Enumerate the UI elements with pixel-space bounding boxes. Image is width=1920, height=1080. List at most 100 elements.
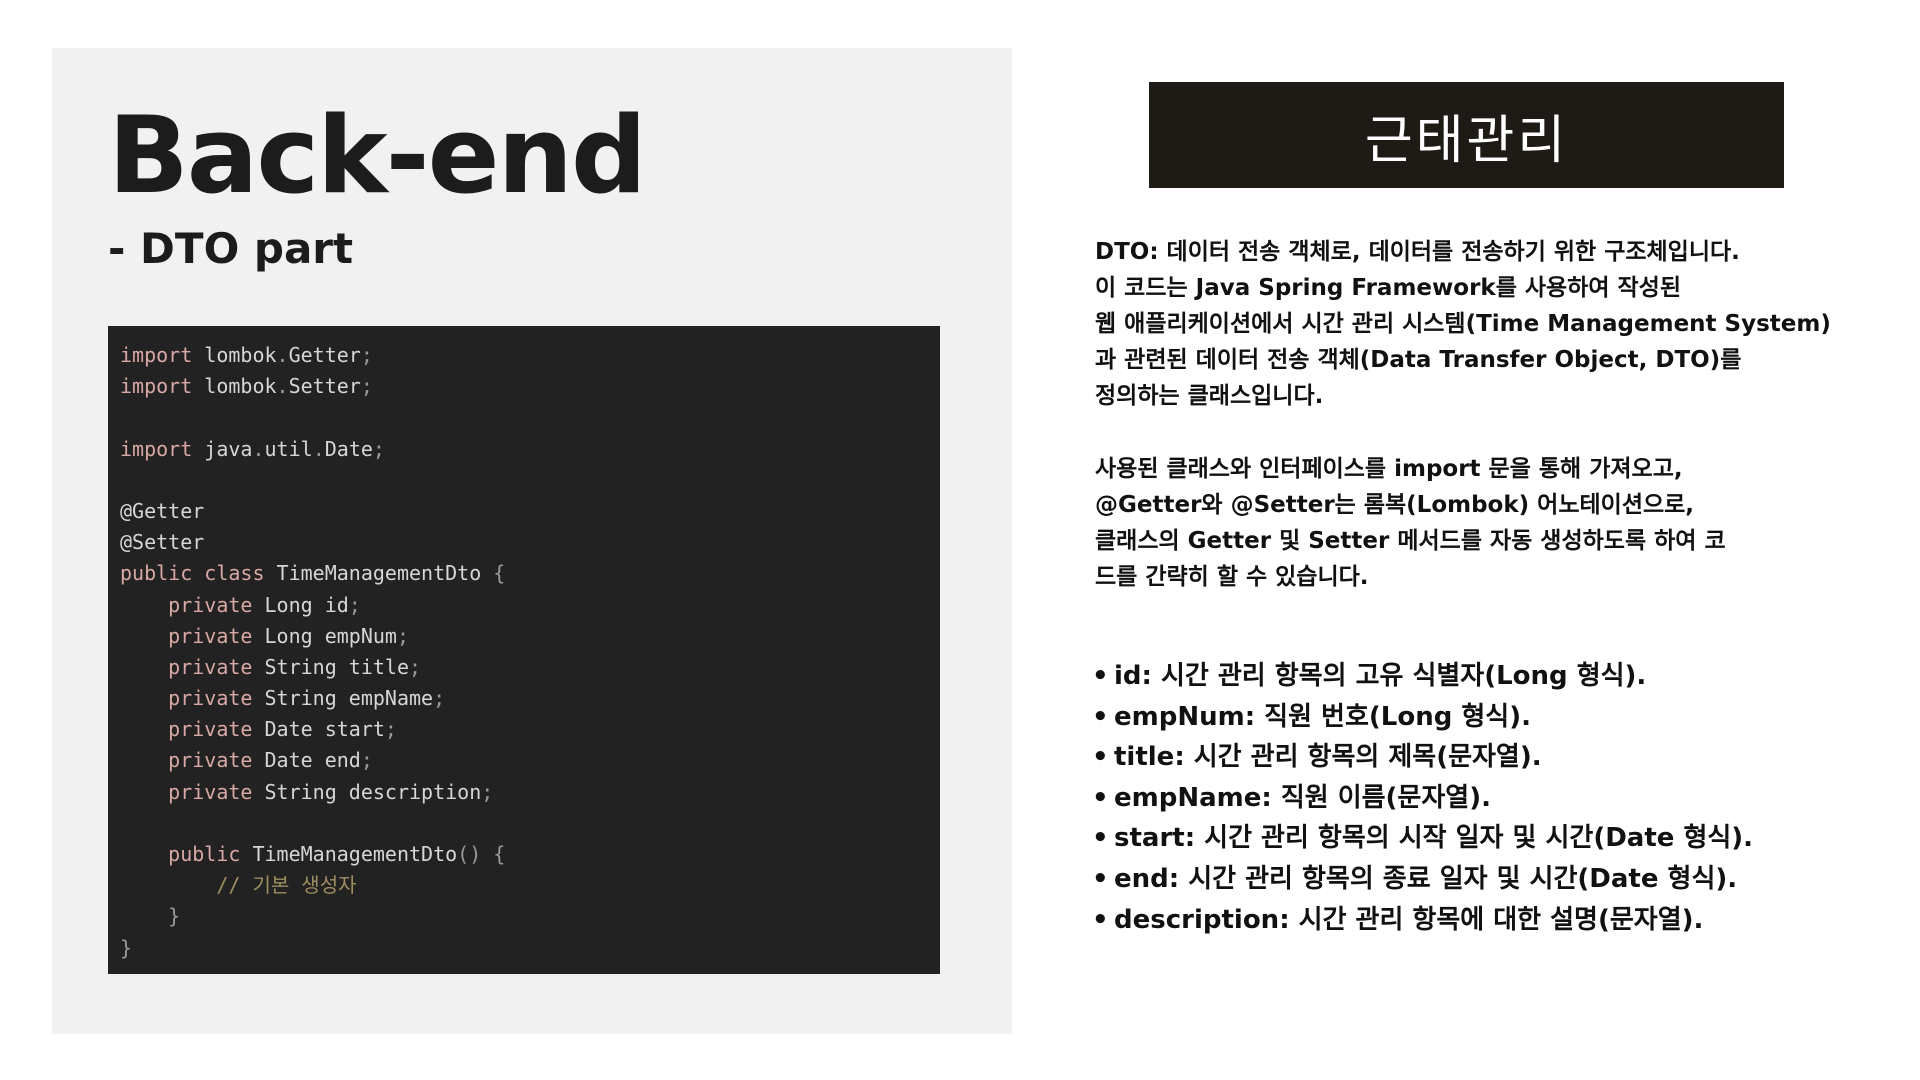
code-token: }	[120, 935, 133, 960]
field-item-end: • end: 시간 관리 항목의 종료 일자 및 시간(Date 형식).	[1092, 859, 1753, 900]
code-line: private Long empNum;	[120, 621, 505, 652]
code-token: String description	[252, 779, 482, 804]
code-token: ;	[360, 374, 373, 399]
description-line: DTO: 데이터 전송 객체로, 데이터를 전송하기 위한 구조체입니다.	[1095, 239, 1740, 265]
code-line: public TimeManagementDto() {	[120, 839, 505, 870]
code-token: java	[192, 436, 253, 461]
field-item-text: start: 시간 관리 항목의 시작 일자 및 시간(Date 형식).	[1114, 823, 1754, 854]
code-token: util	[264, 436, 313, 461]
code-token: private	[168, 748, 253, 773]
code-token: .	[252, 436, 265, 461]
description-line: 이 코드는 Java Spring Framework를 사용하여 작성된	[1095, 275, 1682, 301]
code-token: ;	[348, 592, 361, 617]
field-item-text: title: 시간 관리 항목의 제목(문자열).	[1114, 742, 1542, 773]
code-token: @Getter	[120, 498, 205, 523]
code-token: // 기본 생성자	[216, 873, 357, 898]
section-header: 근태관리	[1149, 82, 1784, 188]
description-line: @Getter와 @Setter는 롬복(Lombok) 어노테이션으로,	[1095, 492, 1695, 518]
code-token: .	[276, 374, 289, 399]
code-block: import lombok.Getter; import lombok.Sette…	[108, 326, 940, 974]
field-item-empname: • empName: 직원 이름(문자열).	[1092, 778, 1753, 819]
code-token: String title	[252, 654, 410, 679]
code-line: private Date end;	[120, 745, 505, 776]
bullet-icon: •	[1092, 863, 1109, 894]
code-line: import java.util.Date;	[120, 434, 505, 465]
description-line: 과 관련된 데이터 전송 객체(Data Transfer Object, DT…	[1095, 347, 1742, 373]
code-token: private	[168, 623, 253, 648]
bullet-icon: •	[1092, 701, 1109, 732]
code-token: private	[168, 592, 253, 617]
code-token: ;	[409, 654, 422, 679]
code-token: Date end	[252, 748, 361, 773]
code-line: @Getter	[120, 496, 505, 527]
code-line: private String title;	[120, 652, 505, 683]
bullet-icon: •	[1092, 782, 1109, 813]
description-paragraph-1: DTO: 데이터 전송 객체로, 데이터를 전송하기 위한 구조체입니다. 이 …	[1095, 234, 1831, 414]
code-token: Setter	[288, 374, 361, 399]
code-token: String empName	[252, 686, 434, 711]
code-token: private	[168, 779, 253, 804]
code-line: private Date start;	[120, 714, 505, 745]
field-item-description: • description: 시간 관리 항목에 대한 설명(문자열).	[1092, 900, 1753, 941]
code-line: import lombok.Getter;	[120, 340, 505, 371]
code-line: private String empName;	[120, 683, 505, 714]
bullet-icon: •	[1092, 823, 1109, 854]
code-token: .	[312, 436, 325, 461]
code-token: public	[168, 842, 241, 866]
code-line: public class TimeManagementDto {	[120, 558, 505, 589]
code-token: ;	[396, 623, 410, 648]
code-token: ;	[360, 748, 373, 773]
section-header-title: 근태관리	[1364, 110, 1569, 171]
code-token: TimeManagementDto	[240, 842, 458, 866]
code-token: private	[168, 654, 253, 679]
slide-subtitle: - DTO part	[108, 224, 354, 273]
code-lines: import lombok.Getter; import lombok.Sette…	[120, 340, 505, 964]
code-line: }	[120, 933, 505, 964]
bullet-icon: •	[1092, 742, 1109, 773]
field-item-empnum: • empNum: 직원 번호(Long 형식).	[1092, 697, 1753, 738]
description-line: 클래스의 Getter 및 Setter 메서드를 자동 생성하도록 하여 코	[1095, 528, 1726, 554]
code-token: private	[168, 686, 253, 711]
field-item-text: id: 시간 관리 항목의 고유 식별자(Long 형식).	[1114, 661, 1647, 691]
code-token: ;	[481, 779, 494, 804]
slide-title: Back-end	[108, 94, 647, 217]
field-item-text: empName: 직원 이름(문자열).	[1114, 782, 1491, 813]
left-panel: Back-end - DTO part import lombok.Getter…	[52, 48, 1012, 1034]
code-token: private	[168, 717, 253, 742]
code-token: @Setter	[120, 530, 205, 555]
code-token: TimeManagementDto	[264, 561, 494, 586]
code-token: Long id	[252, 592, 349, 617]
code-line: @Setter	[120, 527, 505, 558]
field-item-id: • id: 시간 관리 항목의 고유 식별자(Long 형식).	[1092, 656, 1753, 697]
field-list: • id: 시간 관리 항목의 고유 식별자(Long 형식). • empNum:…	[1092, 656, 1753, 940]
code-token: {	[493, 561, 506, 586]
code-token: ;	[384, 717, 397, 742]
field-item-text: description: 시간 관리 항목에 대한 설명(문자열).	[1114, 904, 1704, 935]
code-line: private String description;	[120, 777, 505, 808]
code-token: import	[120, 436, 193, 461]
code-token: Getter	[288, 343, 361, 367]
code-token: ;	[433, 686, 446, 711]
code-token: import	[120, 343, 193, 367]
description-line: 웹 애플리케이션에서 시간 관리 시스템(Time Management Sys…	[1095, 311, 1831, 337]
description-line: 정의하는 클래스입니다.	[1095, 383, 1324, 409]
code-token: Date start	[252, 717, 385, 742]
code-token: }	[168, 904, 181, 929]
code-line: import lombok.Setter;	[120, 371, 505, 402]
code-line: // 기본 생성자	[120, 870, 505, 901]
code-token: import	[120, 374, 193, 399]
code-token: Date	[324, 436, 373, 461]
